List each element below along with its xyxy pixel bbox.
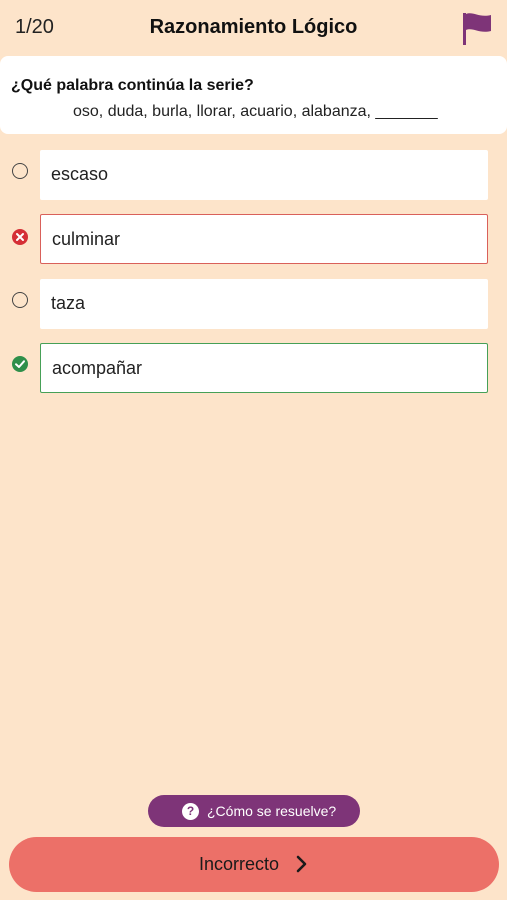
option-box[interactable]: taza [40,279,488,329]
option-box[interactable]: acompañar [40,343,488,393]
correct-check-icon [12,356,28,372]
how-to-solve-button[interactable]: ? ¿Cómo se resuelve? [148,795,360,827]
quiz-screen: 1/20 Razonamiento Lógico ¿Qué palabra co… [0,0,507,900]
option-culminar[interactable]: culminar [0,214,507,264]
radio-empty-icon[interactable] [12,292,28,308]
chevron-right-icon [296,855,307,873]
question-prompt: ¿Qué palabra continúa la serie? [11,77,254,94]
flag-icon[interactable] [461,12,493,46]
option-label: taza [51,293,86,313]
question-icon: ? [182,803,199,820]
option-box[interactable]: culminar [40,214,488,264]
option-taza[interactable]: taza [0,279,507,329]
radio-empty-icon[interactable] [12,163,28,179]
header: 1/20 Razonamiento Lógico [0,0,507,56]
option-escaso[interactable]: escaso [0,150,507,200]
option-label: culminar [52,229,121,249]
option-acompanar[interactable]: acompañar [0,343,507,393]
option-label: escaso [51,164,109,184]
incorrect-x-icon [12,229,28,245]
how-to-solve-label: ¿Cómo se resuelve? [207,803,337,819]
result-button[interactable]: Incorrecto [9,837,499,892]
page-title: Razonamiento Lógico [149,16,358,38]
result-label: Incorrecto [199,854,280,874]
question-series: oso, duda, burla, llorar, acuario, alaba… [73,103,438,120]
option-box[interactable]: escaso [40,150,488,200]
question-card: ¿Qué palabra continúa la serie? oso, dud… [0,56,507,134]
option-label: acompañar [52,358,143,378]
